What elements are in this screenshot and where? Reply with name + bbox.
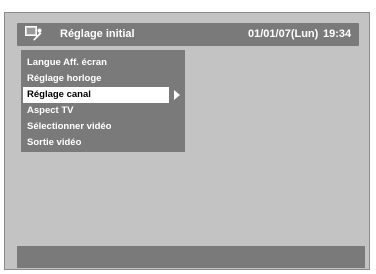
- menu-item-horloge[interactable]: Réglage horloge: [23, 71, 101, 87]
- date-display: 01/01/07(Lun): [248, 28, 319, 40]
- header: Réglage initial 01/01/07(Lun) 19:34: [5, 13, 369, 49]
- settings-tool-icon: [25, 26, 42, 41]
- menu-item-canal[interactable]: Réglage canal: [23, 87, 169, 103]
- title-bar: Réglage initial 01/01/07(Lun) 19:34: [17, 23, 359, 46]
- settings-menu: Langue Aff. écran Réglage horloge Réglag…: [21, 50, 185, 152]
- menu-item-video[interactable]: Sélectionner vidéo: [23, 119, 111, 135]
- osd-screen: Réglage initial 01/01/07(Lun) 19:34 Lang…: [4, 12, 370, 270]
- menu-item-langue[interactable]: Langue Aff. écran: [23, 55, 107, 71]
- submenu-arrow-icon: [174, 90, 180, 100]
- menu-item-aspect[interactable]: Aspect TV: [23, 103, 73, 119]
- footer-bar: [17, 246, 365, 268]
- page-title: Réglage initial: [60, 28, 135, 40]
- menu-item-sortie[interactable]: Sortie vidéo: [23, 135, 81, 151]
- time-display: 19:34: [323, 28, 352, 40]
